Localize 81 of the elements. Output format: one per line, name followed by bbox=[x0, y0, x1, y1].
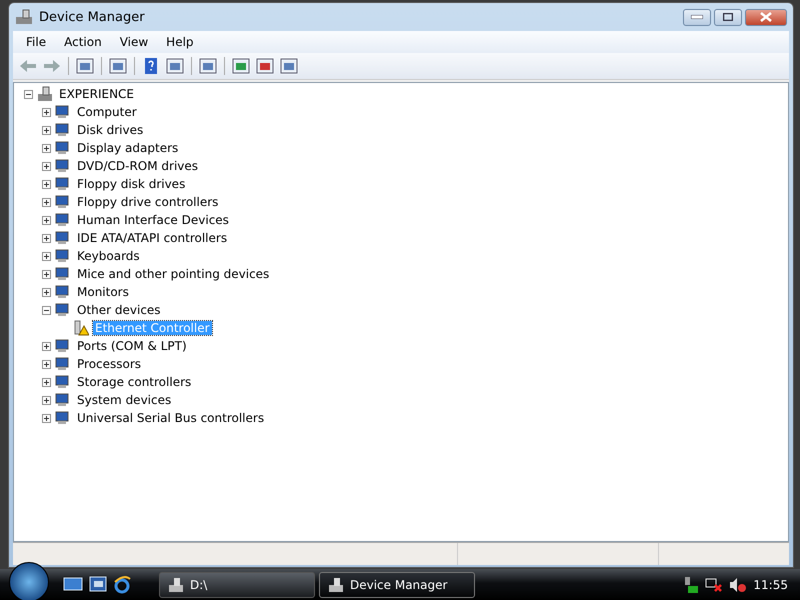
muted-speaker-icon[interactable] bbox=[729, 576, 748, 592]
menu-item[interactable]: Action bbox=[55, 33, 111, 51]
tree-item[interactable]: Mice and other pointing devices bbox=[75, 267, 272, 281]
computer-icon bbox=[37, 86, 53, 102]
window-switch-icon[interactable] bbox=[89, 576, 107, 592]
close-button[interactable] bbox=[745, 8, 787, 26]
browser-icon[interactable] bbox=[113, 576, 131, 594]
computer-icon bbox=[328, 576, 344, 592]
device-icon bbox=[55, 356, 71, 372]
tree-item[interactable]: IDE ATA/ATAPI controllers bbox=[75, 231, 230, 245]
expand-icon[interactable] bbox=[42, 378, 51, 386]
device-icon bbox=[55, 392, 71, 408]
menu-item[interactable]: View bbox=[110, 33, 158, 51]
device-icon bbox=[55, 104, 71, 120]
tree-item[interactable]: Computer bbox=[75, 105, 139, 119]
device-manager-icon bbox=[15, 9, 33, 25]
tree-item[interactable]: Processors bbox=[75, 357, 144, 371]
expand-icon[interactable] bbox=[42, 270, 51, 278]
expand-icon[interactable] bbox=[42, 216, 51, 224]
close-icon bbox=[760, 12, 772, 22]
tree-item[interactable]: Floppy disk drives bbox=[75, 177, 188, 191]
expand-icon[interactable] bbox=[42, 252, 51, 260]
uninstall-icon[interactable] bbox=[254, 56, 276, 76]
device-icon bbox=[55, 410, 71, 426]
tree-item[interactable]: Other devices bbox=[75, 303, 163, 317]
device-icon bbox=[55, 122, 71, 138]
tree-item[interactable]: DVD/CD-ROM drives bbox=[75, 159, 200, 173]
taskbar-button[interactable]: D:\ bbox=[159, 572, 315, 598]
desktop-icon[interactable] bbox=[63, 576, 83, 592]
tree-item[interactable]: Storage controllers bbox=[75, 375, 194, 389]
device-icon bbox=[55, 338, 71, 354]
panel-icon[interactable] bbox=[74, 56, 96, 76]
network-error-icon[interactable] bbox=[705, 576, 724, 592]
expand-icon[interactable] bbox=[42, 360, 51, 368]
device-icon bbox=[55, 194, 71, 210]
expand-icon[interactable] bbox=[42, 396, 51, 404]
device-icon bbox=[55, 230, 71, 246]
expand-icon[interactable] bbox=[42, 180, 51, 188]
device-icon bbox=[55, 212, 71, 228]
device-icon bbox=[55, 374, 71, 390]
tree-item[interactable]: Floppy drive controllers bbox=[75, 195, 220, 209]
expand-icon[interactable] bbox=[42, 288, 51, 296]
update-icon[interactable] bbox=[230, 56, 252, 76]
expand-icon[interactable] bbox=[42, 414, 51, 422]
expand-icon[interactable] bbox=[42, 108, 51, 116]
maximize-icon bbox=[723, 13, 733, 21]
menu-item[interactable]: File bbox=[17, 33, 56, 51]
device-icon bbox=[55, 248, 71, 264]
minimize-icon bbox=[691, 15, 703, 19]
maximize-button[interactable] bbox=[714, 8, 742, 26]
tree-item[interactable]: Disk drives bbox=[75, 123, 146, 137]
menu-item[interactable]: Help bbox=[157, 33, 203, 51]
device-icon bbox=[55, 266, 71, 282]
device-icon bbox=[55, 158, 71, 174]
tree-item[interactable]: Keyboards bbox=[75, 249, 142, 263]
device-icon bbox=[55, 284, 71, 300]
device-icon bbox=[55, 302, 71, 318]
minimize-button[interactable] bbox=[683, 8, 711, 26]
expand-icon[interactable] bbox=[42, 198, 51, 206]
collapse-icon[interactable] bbox=[42, 306, 51, 314]
computer-icon bbox=[168, 576, 184, 592]
tree-item[interactable]: Monitors bbox=[75, 285, 131, 299]
expand-icon[interactable] bbox=[42, 144, 51, 152]
collapse-icon[interactable] bbox=[24, 90, 33, 98]
panel-icon[interactable] bbox=[164, 56, 186, 76]
tree-item[interactable]: Universal Serial Bus controllers bbox=[75, 411, 266, 425]
tree-item[interactable]: Human Interface Devices bbox=[75, 213, 231, 227]
tree-item[interactable]: Display adapters bbox=[75, 141, 180, 155]
tree-item[interactable]: Ports (COM & LPT) bbox=[75, 339, 189, 353]
expand-icon[interactable] bbox=[42, 234, 51, 242]
device-icon bbox=[55, 140, 71, 156]
expand-icon[interactable] bbox=[42, 162, 51, 170]
clock[interactable]: 11:55 bbox=[753, 578, 788, 592]
tree-item[interactable]: EXPERIENCE bbox=[57, 87, 136, 101]
expand-icon[interactable] bbox=[42, 126, 51, 134]
window-title: Device Manager bbox=[39, 10, 145, 24]
device-icon bbox=[55, 176, 71, 192]
taskbar-button[interactable]: Device Manager bbox=[319, 572, 475, 598]
tree-item[interactable]: System devices bbox=[75, 393, 174, 407]
expand-icon[interactable] bbox=[42, 342, 51, 350]
start-button[interactable] bbox=[9, 562, 49, 600]
